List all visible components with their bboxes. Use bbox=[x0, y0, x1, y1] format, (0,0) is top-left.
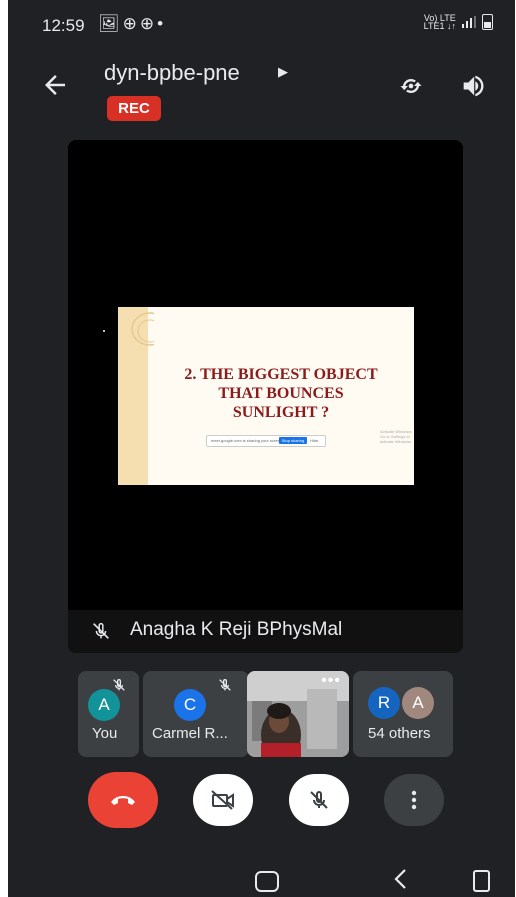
more-options-icon bbox=[411, 790, 417, 810]
more-dots-icon[interactable]: ••• bbox=[321, 672, 341, 690]
avatar: A bbox=[88, 689, 120, 721]
status-time: 12:59 bbox=[42, 16, 85, 35]
app-icon: ⊕ bbox=[139, 14, 158, 33]
nav-back-button[interactable] bbox=[390, 866, 412, 892]
participant-tile-you[interactable]: A You bbox=[78, 671, 139, 757]
slide-watermark: Activate Windows Go to Settings to activa… bbox=[380, 429, 413, 444]
signal-icon bbox=[462, 16, 476, 28]
slide-title: 2. THE BIGGEST OBJECT THAT BOUNCES SUNLI… bbox=[184, 366, 378, 421]
nav-home-button[interactable] bbox=[255, 871, 279, 892]
camera-toggle-button[interactable] bbox=[193, 774, 253, 826]
more-options-button[interactable] bbox=[384, 774, 444, 826]
mic-off-icon bbox=[113, 678, 125, 691]
slide-decoration bbox=[131, 312, 154, 346]
end-call-icon bbox=[111, 796, 135, 805]
image-icon: 🖼 bbox=[98, 14, 123, 33]
status-bar: 12:59 🖼⊕⊕• Vo) LTE LTE1 ↓↑ bbox=[8, 0, 515, 50]
meeting-title[interactable]: dyn-bpbe-pne bbox=[104, 60, 240, 86]
participant-name: Carmel R... bbox=[152, 725, 228, 742]
caret-right-icon[interactable]: ▶ bbox=[278, 64, 288, 80]
app-icon: ⊕ bbox=[122, 14, 140, 33]
screen-share-bar: meet.google.com is sharing your screen S… bbox=[206, 435, 326, 447]
battery-icon bbox=[482, 14, 493, 30]
presenter-namebar: Anagha K Reji BPhysMal bbox=[68, 610, 463, 653]
back-arrow-icon[interactable] bbox=[40, 70, 70, 100]
mic-off-icon bbox=[219, 678, 231, 691]
mic-off-icon bbox=[310, 790, 328, 809]
switch-camera-icon[interactable] bbox=[397, 72, 425, 100]
presenter-name: Anagha K Reji BPhysMal bbox=[130, 619, 343, 640]
notification-icons: 🖼⊕⊕• bbox=[98, 14, 166, 34]
end-call-button[interactable] bbox=[88, 772, 158, 828]
status-right: Vo) LTE LTE1 ↓↑ bbox=[423, 13, 493, 31]
participant-name: You bbox=[92, 725, 118, 742]
avatar: C bbox=[174, 689, 206, 721]
shared-slide: 2. THE BIGGEST OBJECT THAT BOUNCES SUNLI… bbox=[118, 307, 414, 485]
phone-screen: 12:59 🖼⊕⊕• Vo) LTE LTE1 ↓↑ dyn-bpbe-pne ▶… bbox=[8, 0, 515, 897]
avatar: R bbox=[368, 687, 400, 719]
presentation-stage[interactable]: 2. THE BIGGEST OBJECT THAT BOUNCES SUNLI… bbox=[68, 140, 463, 653]
cursor-dot bbox=[103, 330, 105, 332]
rec-badge: REC bbox=[107, 96, 161, 121]
participant-tile-others[interactable]: R A 54 others bbox=[353, 671, 453, 757]
participant-video-tile[interactable]: ••• bbox=[247, 671, 349, 757]
avatar: A bbox=[402, 687, 434, 719]
nav-recents-button[interactable] bbox=[473, 870, 490, 892]
speaker-icon[interactable] bbox=[459, 72, 487, 100]
participant-tile-carmel[interactable]: C Carmel R... bbox=[143, 671, 249, 757]
participant-name: 54 others bbox=[368, 725, 431, 742]
network-icon: Vo) LTE LTE1 ↓↑ bbox=[423, 13, 456, 31]
mic-off-icon bbox=[93, 622, 109, 639]
camera-off-icon bbox=[211, 790, 234, 810]
mic-toggle-button[interactable] bbox=[289, 774, 349, 826]
dot-icon: • bbox=[157, 14, 167, 33]
